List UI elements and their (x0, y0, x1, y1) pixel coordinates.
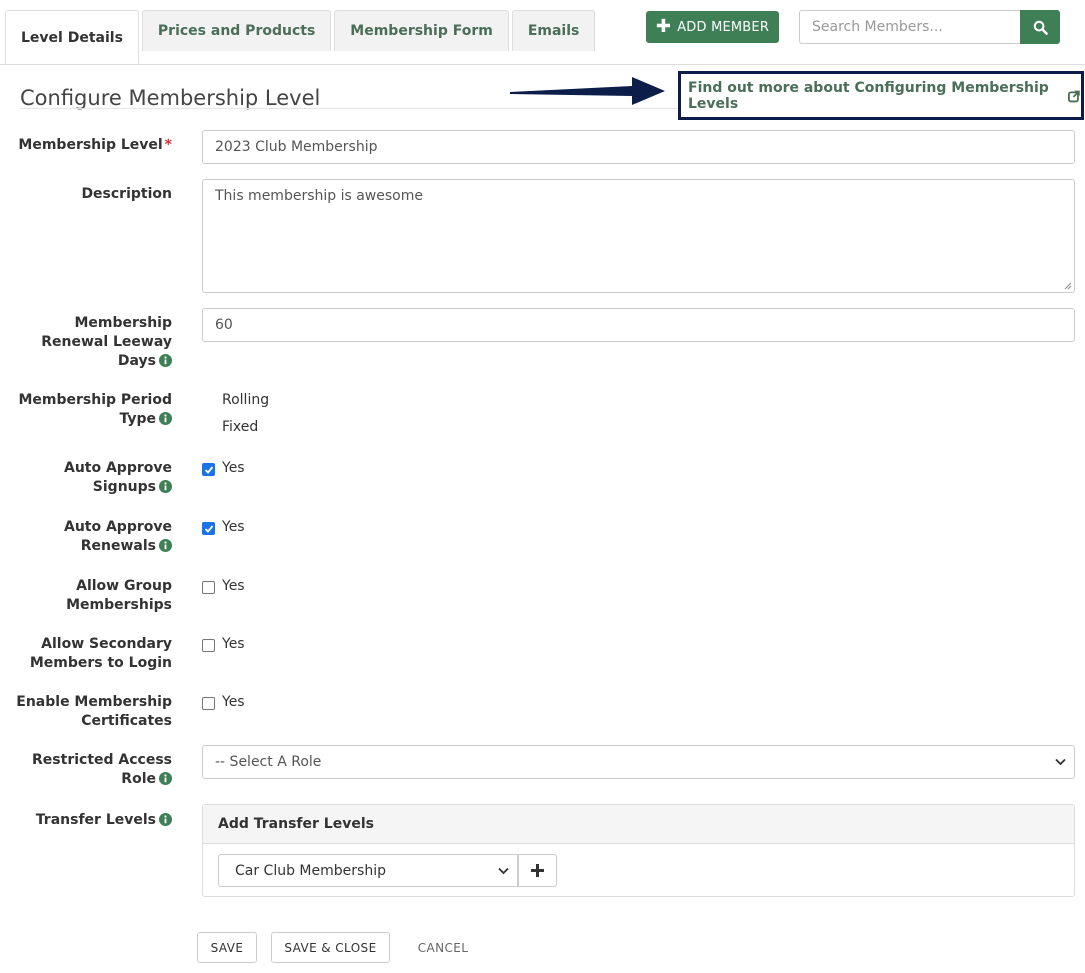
restricted-role-selected: -- Select A Role (215, 754, 322, 770)
search-icon (1033, 20, 1048, 35)
renewal-leeway-label: Membership Renewal Leeway Days (41, 315, 172, 369)
chevron-down-icon (1055, 758, 1066, 766)
plus-icon: ✚ (655, 16, 672, 37)
checkmark-icon (204, 524, 213, 533)
description-textarea[interactable]: This membership is awesome (202, 179, 1075, 293)
callout-arrow-icon (510, 77, 665, 105)
add-member-button[interactable]: ✚ ADD MEMBER (646, 11, 779, 43)
enable-certificates-label: Enable Membership Certificates (16, 694, 172, 729)
plus-icon (531, 864, 544, 877)
external-link-icon (1068, 90, 1081, 102)
enable-certificates-checkbox[interactable] (202, 697, 215, 710)
description-value: This membership is awesome (215, 188, 423, 204)
tab-prices-and-products[interactable]: Prices and Products (141, 10, 332, 51)
transfer-levels-panel-title: Add Transfer Levels (203, 805, 1074, 844)
allow-group-memberships-label: Allow Group Memberships (66, 578, 172, 613)
renewal-leeway-input[interactable]: 60 (202, 308, 1075, 342)
enable-certificates-yes: Yes (222, 694, 245, 710)
transfer-level-select[interactable]: Car Club Membership (218, 854, 518, 887)
auto-approve-renewals-yes: Yes (222, 519, 245, 535)
auto-approve-renewals-option: Yes (202, 519, 245, 535)
allow-secondary-login-label: Allow Secondary Members to Login (29, 636, 172, 671)
search-button[interactable] (1020, 10, 1060, 44)
add-member-label: ADD MEMBER (677, 19, 770, 35)
tab-level-details[interactable]: Level Details (5, 10, 139, 65)
auto-approve-renewals-checkbox[interactable] (202, 522, 215, 535)
save-button[interactable]: SAVE (197, 932, 257, 963)
restricted-access-role-select[interactable]: -- Select A Role (202, 745, 1075, 779)
transfer-levels-panel: Add Transfer Levels Car Club Membership (202, 804, 1075, 897)
info-circle-icon[interactable] (159, 813, 172, 826)
membership-level-label: Membership Level * (18, 137, 172, 153)
info-circle-icon[interactable] (159, 772, 172, 785)
period-type-label: Membership Period Type (18, 392, 172, 427)
period-type-option-rolling[interactable]: Rolling (222, 392, 269, 408)
tab-bar: Level Details Prices and Products Member… (5, 10, 598, 65)
period-type-option-fixed[interactable]: Fixed (222, 419, 258, 435)
save-and-close-button[interactable]: SAVE & CLOSE (271, 932, 390, 963)
info-circle-icon[interactable] (159, 539, 172, 552)
info-circle-icon[interactable] (159, 354, 172, 367)
search-input[interactable] (799, 10, 1020, 44)
auto-approve-signups-option: Yes (202, 460, 245, 476)
allow-group-memberships-option: Yes (202, 578, 245, 594)
tab-membership-form[interactable]: Membership Form (334, 10, 509, 51)
auto-approve-signups-checkbox[interactable] (202, 463, 215, 476)
auto-approve-renewals-label: Auto Approve Renewals (63, 519, 172, 554)
configuring-levels-help-link[interactable]: Find out more about Configuring Membersh… (688, 80, 1081, 112)
checkmark-icon (204, 465, 213, 474)
resize-grip-icon[interactable] (1064, 282, 1072, 290)
auto-approve-signups-label: Auto Approve Signups (63, 460, 172, 495)
restricted-access-role-label: Restricted Access Role (32, 752, 172, 787)
info-circle-icon[interactable] (159, 412, 172, 425)
transfer-levels-label: Transfer Levels (36, 811, 172, 830)
enable-certificates-option: Yes (202, 694, 245, 710)
cancel-button[interactable]: CANCEL (405, 932, 481, 963)
info-circle-icon[interactable] (159, 480, 172, 493)
membership-level-input[interactable]: 2023 Club Membership (202, 130, 1075, 164)
description-label: Description (81, 186, 172, 202)
auto-approve-signups-yes: Yes (222, 460, 245, 476)
add-transfer-level-button[interactable] (518, 854, 557, 887)
allow-secondary-login-option: Yes (202, 636, 245, 652)
required-marker: * (164, 137, 172, 153)
help-highlight-box: Find out more about Configuring Membersh… (678, 71, 1084, 120)
chevron-down-icon (498, 867, 509, 874)
page-title: Configure Membership Level (20, 86, 321, 110)
member-search (799, 10, 1060, 44)
help-link-text: Find out more about Configuring Membersh… (688, 79, 1049, 112)
allow-group-memberships-yes: Yes (222, 578, 245, 594)
tab-divider (0, 64, 1085, 65)
allow-secondary-login-yes: Yes (222, 636, 245, 652)
tab-emails[interactable]: Emails (511, 10, 596, 51)
allow-secondary-login-checkbox[interactable] (202, 639, 215, 652)
title-divider (20, 108, 680, 109)
allow-group-memberships-checkbox[interactable] (202, 581, 215, 594)
transfer-level-selected: Car Club Membership (235, 862, 386, 879)
